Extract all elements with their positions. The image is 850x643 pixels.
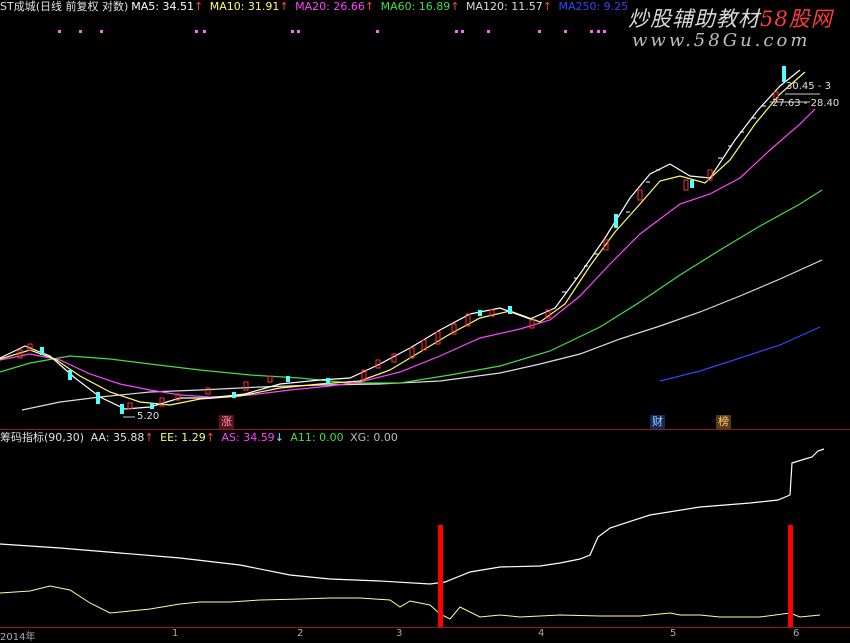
x-axis-line [0, 627, 850, 628]
event-tag-ranking[interactable]: 榜 [716, 415, 731, 429]
x-axis-label-year: 2014年 [0, 632, 36, 643]
main-chart-legend: ST成城(日线 前复权 对数) MA5: 34.51↑ MA10: 31.91↑ … [0, 0, 631, 14]
indicator-name: 筹码指标(90,30) [0, 431, 85, 444]
ma10-line [0, 71, 806, 406]
indicator-chart[interactable] [0, 445, 850, 628]
ma250-value: MA250: 9.25 [558, 0, 629, 13]
high-price-label: 30.45 - 3 [786, 81, 831, 92]
ee-line [0, 585, 821, 620]
main-price-chart[interactable] [0, 14, 850, 428]
x-axis-label-5: 5 [670, 628, 677, 639]
indicator-xg: XG: 0.00 [350, 431, 398, 444]
signal-markers [58, 30, 606, 33]
pane-divider [0, 429, 850, 430]
low-price-label: 5.20 [137, 411, 160, 422]
x-axis-label-6: 6 [793, 628, 800, 639]
ma5-line [0, 69, 801, 410]
ma20-arrow: ↑ [364, 0, 375, 13]
ma5-arrow: ↑ [194, 0, 204, 13]
indicator-a11: A11: 0.00 [290, 431, 344, 444]
indicator-ee: EE: 1.29 [160, 431, 206, 444]
chart-title: ST成城(日线 前复权 对数) [0, 0, 129, 13]
indicator-as-arrow: ↓ [274, 431, 284, 444]
signal-bar-1 [438, 525, 443, 628]
ma120-value: MA120: 11.57 [466, 0, 543, 13]
limit-ticks [562, 105, 766, 293]
indicator-ee-arrow: ↑ [205, 431, 215, 444]
x-axis-label-1: 1 [172, 628, 179, 639]
x-axis-label-3: 3 [396, 628, 403, 639]
ma20-value: MA20: 26.66 [295, 0, 365, 13]
ma60-value: MA60: 16.89 [380, 0, 451, 13]
x-axis-label-4: 4 [538, 628, 545, 639]
event-tag-finance[interactable]: 财 [650, 415, 665, 429]
aa-line [0, 448, 825, 585]
event-tag-limit-up[interactable]: 涨 [219, 415, 234, 429]
ma60-arrow: ↑ [450, 0, 460, 13]
ma10-arrow: ↑ [279, 0, 289, 13]
indicator-legend: 筹码指标(90,30) AA: 35.88↑ EE: 1.29↑ AS: 34.… [0, 431, 401, 445]
indicator-aa: AA: 35.88 [90, 431, 145, 444]
indicator-aa-arrow: ↑ [144, 431, 154, 444]
ma250-line [659, 326, 821, 382]
ma5-value: MA5: 34.51 [131, 0, 194, 13]
x-axis-label-2: 2 [297, 628, 304, 639]
ma60-line [0, 189, 823, 384]
ma10-value: MA10: 31.91 [209, 0, 280, 13]
indicator-as: AS: 34.59 [221, 431, 275, 444]
signal-bar-2 [788, 525, 793, 628]
ma120-arrow: ↑ [542, 0, 552, 13]
down-candles [40, 66, 786, 414]
ma20-line [0, 108, 816, 398]
range-price-label: 27.63 - 28.40 [772, 98, 840, 109]
ma120-line [21, 259, 823, 411]
